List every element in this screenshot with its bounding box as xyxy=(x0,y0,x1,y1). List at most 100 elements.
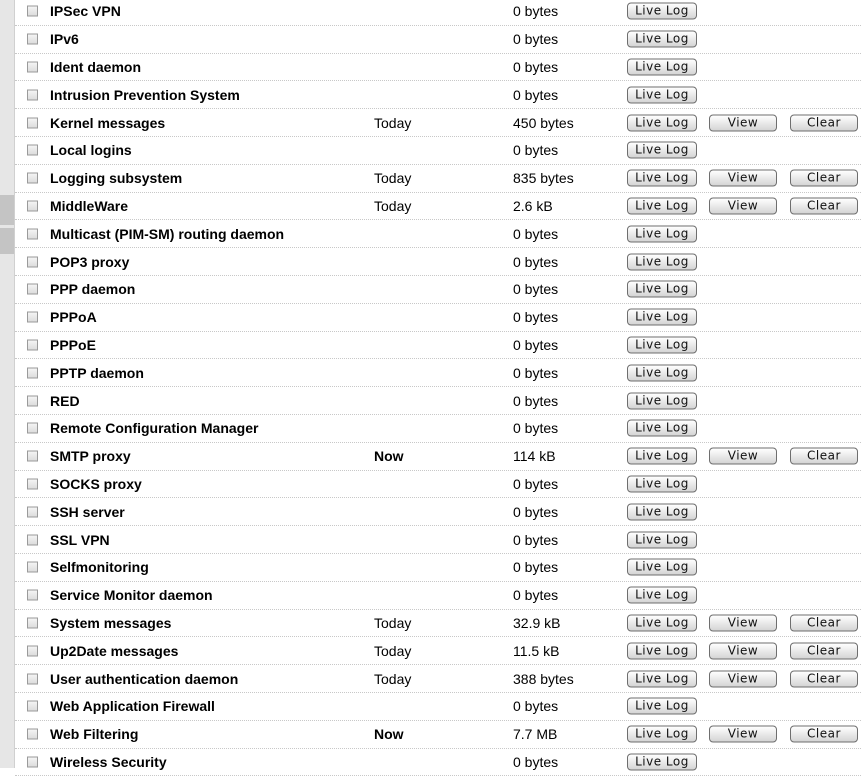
row-select-checkbox[interactable] xyxy=(27,89,38,101)
clear-button[interactable]: Clear xyxy=(790,447,858,465)
row-select-checkbox[interactable] xyxy=(27,311,38,323)
row-select-checkbox[interactable] xyxy=(27,673,38,685)
live-log-button[interactable]: Live Log xyxy=(627,308,697,326)
live-log-button[interactable]: Live Log xyxy=(627,725,697,743)
log-name: PPPoA xyxy=(50,309,97,326)
log-size: 0 bytes xyxy=(513,336,559,353)
row-select-checkbox[interactable] xyxy=(27,645,38,657)
log-name: PPTP daemon xyxy=(50,364,144,381)
log-row: SOCKS proxy 0 bytes Live Log xyxy=(15,471,861,499)
row-select-checkbox[interactable] xyxy=(27,339,38,351)
live-log-button[interactable]: Live Log xyxy=(627,447,697,465)
row-select-checkbox[interactable] xyxy=(27,144,38,156)
log-name: SSH server xyxy=(50,503,125,520)
clear-button[interactable]: Clear xyxy=(790,670,858,688)
log-row: PPPoA 0 bytes Live Log xyxy=(15,304,861,332)
log-size: 114 kB xyxy=(513,448,556,465)
clear-button[interactable]: Clear xyxy=(790,197,858,215)
row-select-checkbox[interactable] xyxy=(27,422,38,434)
live-log-button[interactable]: Live Log xyxy=(627,364,697,382)
log-row: IPSec VPN 0 bytes Live Log xyxy=(15,0,861,26)
log-row: Up2Date messages Today 11.5 kB Live Log View… xyxy=(15,637,861,666)
row-select-checkbox[interactable] xyxy=(27,506,38,518)
live-log-button[interactable]: Live Log xyxy=(627,2,697,20)
live-log-button[interactable]: Live Log xyxy=(627,30,697,48)
live-log-button[interactable]: Live Log xyxy=(627,253,697,271)
log-name: User authentication daemon xyxy=(50,670,239,687)
log-last-modified: Now xyxy=(374,448,404,465)
log-row: Wireless Security 0 bytes Live Log xyxy=(15,749,861,776)
view-button[interactable]: View xyxy=(709,725,777,743)
log-name: IPSec VPN xyxy=(50,3,121,20)
row-select-checkbox[interactable] xyxy=(27,117,38,129)
view-button[interactable]: View xyxy=(709,614,777,632)
view-button[interactable]: View xyxy=(709,114,777,132)
live-log-button[interactable]: Live Log xyxy=(627,531,697,549)
live-log-button[interactable]: Live Log xyxy=(627,225,697,243)
live-log-button[interactable]: Live Log xyxy=(627,642,697,660)
log-row: Web Filtering Now 7.7 MB Live Log View Clear xyxy=(15,721,861,749)
row-select-checkbox[interactable] xyxy=(27,395,38,407)
row-select-checkbox[interactable] xyxy=(27,256,38,268)
row-select-checkbox[interactable] xyxy=(27,700,38,712)
row-select-checkbox[interactable] xyxy=(27,450,38,462)
row-select-checkbox[interactable] xyxy=(27,478,38,490)
row-select-checkbox[interactable] xyxy=(27,367,38,379)
live-log-button[interactable]: Live Log xyxy=(627,336,697,354)
log-size: 0 bytes xyxy=(513,225,559,242)
row-select-checkbox[interactable] xyxy=(27,283,38,295)
log-last-modified: Today xyxy=(374,114,412,131)
view-button[interactable]: View xyxy=(709,642,777,660)
row-select-checkbox[interactable] xyxy=(27,728,38,740)
row-select-checkbox[interactable] xyxy=(27,172,38,184)
row-select-checkbox[interactable] xyxy=(27,61,38,73)
row-select-checkbox[interactable] xyxy=(27,589,38,601)
live-log-button[interactable]: Live Log xyxy=(627,419,697,437)
live-log-button[interactable]: Live Log xyxy=(627,114,697,132)
view-button[interactable]: View xyxy=(709,670,777,688)
clear-button[interactable]: Clear xyxy=(790,169,858,187)
live-log-button[interactable]: Live Log xyxy=(627,475,697,493)
live-log-button[interactable]: Live Log xyxy=(627,141,697,159)
clear-button[interactable]: Clear xyxy=(790,725,858,743)
live-log-button[interactable]: Live Log xyxy=(627,58,697,76)
log-row: PPPoE 0 bytes Live Log xyxy=(15,332,861,360)
log-size: 11.5 kB xyxy=(513,642,560,659)
clear-button[interactable]: Clear xyxy=(790,114,858,132)
log-name: PPPoE xyxy=(50,336,96,353)
live-log-button[interactable]: Live Log xyxy=(627,697,697,715)
clear-button[interactable]: Clear xyxy=(790,642,858,660)
live-log-button[interactable]: Live Log xyxy=(627,614,697,632)
log-size: 0 bytes xyxy=(513,253,559,270)
live-log-button[interactable]: Live Log xyxy=(627,169,697,187)
live-log-button[interactable]: Live Log xyxy=(627,503,697,521)
live-log-button[interactable]: Live Log xyxy=(627,280,697,298)
live-log-button[interactable]: Live Log xyxy=(627,558,697,576)
log-size: 0 bytes xyxy=(513,587,559,604)
log-name: Up2Date messages xyxy=(50,642,179,659)
row-select-checkbox[interactable] xyxy=(27,228,38,240)
clear-button[interactable]: Clear xyxy=(790,614,858,632)
row-select-checkbox[interactable] xyxy=(27,534,38,546)
live-log-button[interactable]: Live Log xyxy=(627,586,697,604)
row-select-checkbox[interactable] xyxy=(27,5,38,17)
log-size: 835 bytes xyxy=(513,170,574,187)
log-row: Logging subsystem Today 835 bytes Live Log V… xyxy=(15,165,861,193)
row-select-checkbox[interactable] xyxy=(27,617,38,629)
view-button[interactable]: View xyxy=(709,197,777,215)
live-log-button[interactable]: Live Log xyxy=(627,197,697,215)
view-button[interactable]: View xyxy=(709,447,777,465)
row-select-checkbox[interactable] xyxy=(27,756,38,768)
log-name: PPP daemon xyxy=(50,281,136,298)
log-name: Web Application Firewall xyxy=(50,698,215,715)
live-log-button[interactable]: Live Log xyxy=(627,86,697,104)
log-size: 0 bytes xyxy=(513,142,559,159)
live-log-button[interactable]: Live Log xyxy=(627,392,697,410)
row-select-checkbox[interactable] xyxy=(27,33,38,45)
live-log-button[interactable]: Live Log xyxy=(627,670,697,688)
row-select-checkbox[interactable] xyxy=(27,561,38,573)
log-size: 0 bytes xyxy=(513,392,559,409)
row-select-checkbox[interactable] xyxy=(27,200,38,212)
left-sidebar-edge xyxy=(0,0,15,768)
view-button[interactable]: View xyxy=(709,169,777,187)
